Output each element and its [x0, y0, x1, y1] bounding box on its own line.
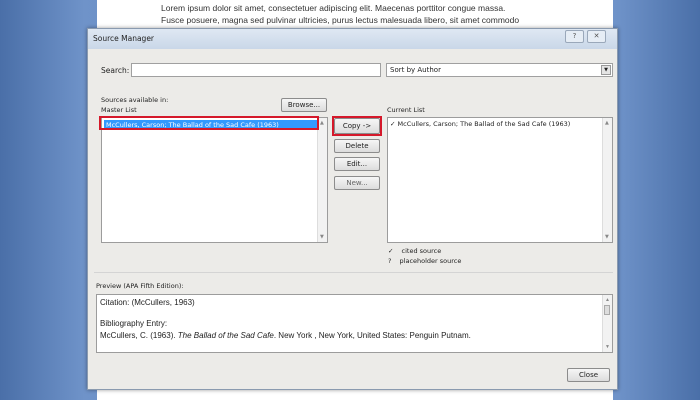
- preview-citation: Citation: (McCullers, 1963): [100, 298, 195, 307]
- current-list-item-text: McCullers, Carson; The Ballad of the Sad…: [397, 120, 571, 128]
- search-label: Search:: [101, 66, 130, 75]
- annotation-highlight: [332, 116, 382, 136]
- check-icon: ✓: [390, 120, 396, 128]
- new-button[interactable]: New...: [334, 176, 380, 190]
- master-list-label: Master List: [101, 106, 137, 114]
- delete-button[interactable]: Delete: [334, 139, 380, 153]
- preview-bib-entry: McCullers, C. (1963). The Ballad of the …: [100, 331, 609, 340]
- preview-bib-heading: Bibliography Entry:: [100, 319, 168, 328]
- bib-title: The Ballad of the Sad Cafe: [177, 331, 274, 340]
- document-text-line: Fusce posuere, magna sed pulvinar ultric…: [161, 15, 520, 25]
- legend-placeholder: ? placeholder source: [388, 257, 461, 265]
- browse-button[interactable]: Browse...: [281, 98, 327, 112]
- legend-text: placeholder source: [399, 257, 462, 265]
- sort-select[interactable]: Sort by Author ▼: [386, 63, 613, 77]
- sources-available-label: Sources available in:: [101, 96, 169, 104]
- preview-box[interactable]: Citation: (McCullers, 1963) Bibliography…: [96, 294, 613, 353]
- close-button[interactable]: Close: [567, 368, 610, 382]
- preview-label: Preview (APA Fifth Edition):: [96, 282, 184, 290]
- help-icon[interactable]: ?: [565, 30, 584, 43]
- scrollbar[interactable]: ▲ ▼: [602, 295, 612, 352]
- scrollbar[interactable]: ▲ ▼: [317, 118, 327, 242]
- annotation-highlight: [99, 116, 319, 130]
- search-input[interactable]: [131, 63, 381, 77]
- legend-cited: ✓ cited source: [388, 247, 441, 255]
- source-manager-dialog: Source Manager ? ✕ Search: Sort by Autho…: [87, 28, 618, 390]
- current-list-item[interactable]: ✓ McCullers, Carson; The Ballad of the S…: [390, 120, 570, 128]
- current-list-label: Current List: [387, 106, 425, 114]
- check-icon: ✓: [388, 247, 394, 255]
- chevron-down-icon[interactable]: ▼: [601, 65, 611, 75]
- bib-author: McCullers, C. (1963).: [100, 331, 178, 340]
- master-list[interactable]: McCullers, Carson; The Ballad of the Sad…: [101, 117, 328, 243]
- bib-rest: . New York , New York, United States: Pe…: [273, 331, 471, 340]
- divider: [94, 272, 613, 273]
- document-text-line: Lorem ipsum dolor sit amet, consectetuer…: [161, 3, 506, 13]
- close-icon[interactable]: ✕: [587, 30, 606, 43]
- legend-text: cited source: [401, 247, 442, 255]
- edit-button[interactable]: Edit...: [334, 157, 380, 171]
- scrollbar[interactable]: ▲ ▼: [602, 118, 612, 242]
- title-bar[interactable]: Source Manager ? ✕: [88, 29, 617, 49]
- question-icon: ?: [388, 257, 392, 265]
- sort-select-value: Sort by Author: [390, 66, 441, 74]
- dialog-title: Source Manager: [93, 34, 155, 43]
- current-list[interactable]: ✓ McCullers, Carson; The Ballad of the S…: [387, 117, 613, 243]
